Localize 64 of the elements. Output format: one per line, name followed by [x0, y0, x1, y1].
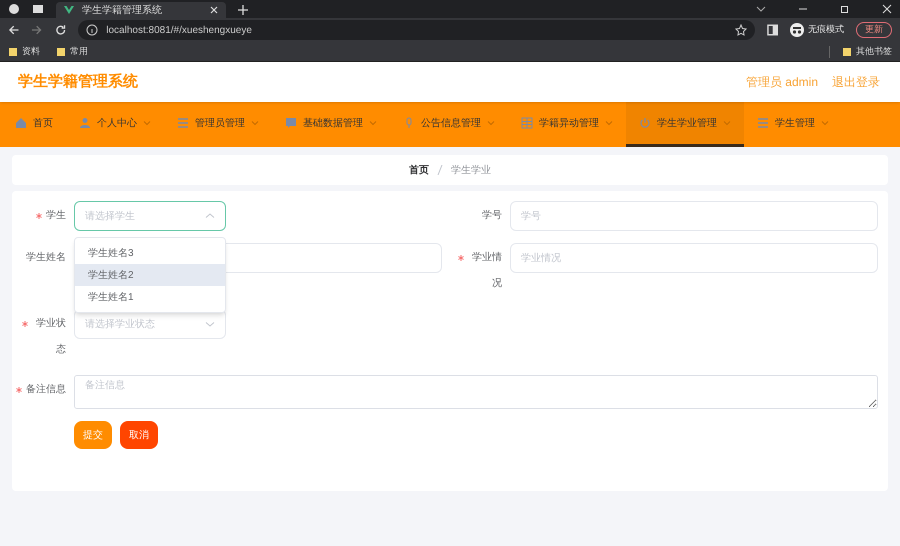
- plus-icon[interactable]: [238, 5, 248, 15]
- nav-tab[interactable]: 公告信息管理: [390, 102, 508, 147]
- nav-tab[interactable]: 个人中心: [66, 102, 164, 147]
- nav-tab[interactable]: 学生管理: [744, 102, 842, 147]
- address-bar[interactable]: localhost:8081/#/xueshengxueye: [78, 20, 755, 40]
- user-icon: [79, 117, 91, 129]
- info-icon: [86, 24, 98, 36]
- field-label: 学业情况: [471, 250, 502, 291]
- chat-icon: [285, 117, 297, 129]
- power-icon: [639, 117, 651, 129]
- nav-tab[interactable]: 首页: [2, 102, 66, 147]
- chevron-up-icon: [205, 211, 215, 221]
- nav-tab[interactable]: 学籍异动管理: [508, 102, 626, 147]
- restore-icon[interactable]: [840, 4, 850, 14]
- field-label: 学业状态: [35, 316, 66, 357]
- update-button[interactable]: 更新: [856, 22, 892, 38]
- field-label: 备注信息: [26, 382, 66, 397]
- incognito-label: 无痕模式: [808, 23, 844, 36]
- breadcrumb-item[interactable]: 首页: [409, 162, 429, 178]
- dropdown-option[interactable]: 学生姓名2: [75, 264, 225, 286]
- forward-icon[interactable]: [31, 24, 43, 36]
- chevron-down-icon: [205, 319, 215, 329]
- cancel-button[interactable]: 取消: [120, 421, 158, 449]
- close-icon[interactable]: [882, 4, 892, 14]
- list-icon: [177, 117, 189, 129]
- bookmark-label: 其他书签: [856, 44, 892, 58]
- textarea-field[interactable]: 备注信息: [74, 375, 878, 409]
- incognito-icon: [790, 23, 804, 37]
- list-icon: [757, 117, 769, 129]
- nav-tab[interactable]: 管理员管理: [164, 102, 272, 147]
- v-logo-icon: [64, 5, 74, 15]
- folder-icon: [842, 46, 852, 56]
- breadcrumb-item: 学生学业: [451, 164, 491, 178]
- nav-tab[interactable]: 基础数据管理: [272, 102, 390, 147]
- dropdown-option[interactable]: 学生姓名1: [75, 286, 225, 308]
- tab-title: 学生学籍管理系统: [82, 4, 163, 18]
- input-field[interactable]: 学业情况: [510, 243, 878, 273]
- nav-tab[interactable]: 学生学业管理: [626, 102, 744, 147]
- sidebar-icon[interactable]: [766, 24, 778, 36]
- back-icon[interactable]: [8, 24, 20, 36]
- chevron-down-icon[interactable]: [756, 4, 766, 14]
- home-icon: [15, 117, 27, 129]
- folder-icon: [56, 46, 66, 56]
- reload-icon[interactable]: [54, 24, 66, 36]
- url-text: localhost:8081/#/xueshengxueye: [106, 24, 253, 38]
- field-label: 学生: [46, 208, 66, 223]
- star-icon[interactable]: [734, 24, 747, 36]
- bookmark-label: 资料: [22, 44, 40, 58]
- slash-icon: [437, 165, 443, 175]
- bookmark-folder[interactable]: 其他书签: [842, 44, 892, 58]
- user-name: 管理员 admin: [746, 74, 818, 91]
- bookmark-folder[interactable]: 资料: [8, 44, 40, 58]
- app-title: 学生学籍管理系统: [18, 72, 139, 92]
- browser-tab[interactable]: 学生学籍管理系统: [56, 2, 226, 18]
- bookmark-folder[interactable]: 常用: [56, 44, 88, 58]
- input-field[interactable]: 学号: [510, 201, 878, 231]
- window-icon[interactable]: [32, 3, 44, 15]
- folder-icon: [8, 46, 18, 56]
- dropdown-option[interactable]: 学生姓名3: [75, 242, 225, 264]
- bookmark-label: 常用: [70, 44, 88, 58]
- field-label: 学号: [482, 209, 502, 223]
- field-label: 学生姓名: [26, 250, 66, 265]
- close-icon[interactable]: [210, 6, 218, 14]
- grid-icon: [521, 117, 533, 129]
